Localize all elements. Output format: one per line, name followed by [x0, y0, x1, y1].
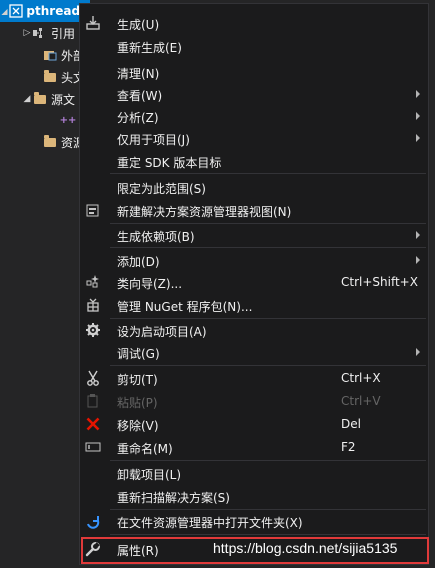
menu-item-shortcut: F2 — [341, 440, 356, 454]
build-icon — [84, 15, 102, 31]
menu-item-clean[interactable]: 清理(N) — [80, 61, 428, 83]
menu-item-build[interactable]: 生成(U) — [80, 12, 428, 34]
project-icon — [9, 3, 23, 19]
menu-item-label: 设为启动项目(A) — [117, 325, 207, 339]
menu-item-debug[interactable]: 调试(G) — [80, 341, 428, 363]
submenu-arrow-icon — [416, 256, 420, 264]
collapse-arrow-icon[interactable]: ▷ — [22, 28, 32, 38]
menu-item-label: 移除(V) — [117, 419, 159, 433]
watermark: https://blog.csdn.net/sijia5135 — [213, 540, 398, 556]
menu-item-analyze[interactable]: 分析(Z) — [80, 105, 428, 127]
menu-item-paste[interactable]: 粘贴(P) Ctrl+V — [80, 390, 428, 412]
menu-item-set-startup[interactable]: 设为启动项目(A) — [80, 319, 428, 341]
menu-item-shortcut: Ctrl+V — [341, 394, 381, 408]
menu-item-shortcut: Ctrl+X — [341, 371, 381, 385]
references-icon — [32, 25, 48, 41]
submenu-arrow-icon — [416, 112, 420, 120]
gear-icon — [84, 322, 102, 338]
menu-item-manage-nuget[interactable]: 管理 NuGet 程序包(N)... — [80, 294, 428, 316]
tree-item-resources[interactable]: 资源 — [0, 131, 90, 153]
new-view-icon — [84, 202, 102, 218]
menu-item-rename[interactable]: 重命名(M) F2 — [80, 436, 428, 458]
expanded-arrow-icon[interactable]: ◢ — [22, 94, 32, 104]
paste-icon — [84, 393, 102, 409]
tree-item-headers[interactable]: 头文 — [0, 66, 90, 88]
menu-separator — [110, 460, 426, 461]
menu-item-label: 调试(G) — [117, 347, 160, 361]
nuget-icon — [84, 297, 102, 313]
menu-separator — [110, 534, 426, 535]
menu-item-remove[interactable]: 移除(V) Del — [80, 413, 428, 435]
menu-item-label: 类向导(Z)... — [117, 277, 183, 291]
tree-item-label: 源文 — [51, 92, 76, 107]
refresh-icon — [84, 513, 102, 529]
submenu-arrow-icon — [416, 231, 420, 239]
folder-icon — [42, 69, 58, 85]
folder-icon — [32, 91, 48, 107]
menu-item-class-wizard[interactable]: 类向导(Z)... Ctrl+Shift+X — [80, 271, 428, 293]
menu-item-cut[interactable]: 剪切(T) Ctrl+X — [80, 367, 428, 389]
menu-item-rescan-solution[interactable]: 重新扫描解决方案(S) — [80, 485, 428, 507]
solution-explorer-tree: ◢ pthreadD ▷ 引用 外部 头文 ◢ 源文 ++ 资源 — [0, 0, 90, 568]
scissors-icon — [84, 370, 102, 386]
menu-item-label: 管理 NuGet 程序包(N)... — [117, 300, 253, 314]
menu-separator — [110, 247, 426, 248]
menu-item-label: 在文件资源管理器中打开文件夹(X) — [117, 516, 303, 530]
menu-item-project-only[interactable]: 仅用于项目(J) — [80, 127, 428, 149]
menu-separator — [110, 173, 426, 174]
menu-item-open-in-explorer[interactable]: 在文件资源管理器中打开文件夹(X) — [80, 510, 428, 532]
expand-icon[interactable]: ◢ — [0, 7, 9, 16]
rename-icon — [84, 439, 102, 455]
menu-item-label: 仅用于项目(J) — [117, 133, 190, 147]
remove-icon — [84, 416, 102, 432]
menu-item-label: 卸载项目(L) — [117, 468, 182, 482]
menu-item-new-explorer-view[interactable]: 新建解决方案资源管理器视图(N) — [80, 199, 428, 221]
cpp-file-icon: ++ — [59, 114, 77, 126]
menu-item-label: 生成依赖项(B) — [117, 230, 195, 244]
menu-item-label: 重新扫描解决方案(S) — [117, 491, 230, 505]
menu-item-label: 粘贴(P) — [117, 396, 158, 410]
menu-item-label: 重定 SDK 版本目标 — [117, 156, 222, 170]
menu-item-view[interactable]: 查看(W) — [80, 83, 428, 105]
menu-item-label: 剪切(T) — [117, 373, 158, 387]
menu-separator — [110, 365, 426, 366]
tree-item-label: 引用 — [51, 26, 76, 41]
menu-item-label: 生成(U) — [117, 18, 160, 32]
menu-item-rebuild[interactable]: 重新生成(E) — [80, 35, 428, 57]
menu-item-shortcut: Del — [341, 417, 361, 431]
menu-item-scope-to-this[interactable]: 限定为此范围(S) — [80, 176, 428, 198]
external-deps-icon — [42, 47, 58, 63]
tree-item-project[interactable]: ◢ pthreadD — [0, 0, 90, 22]
menu-item-shortcut: Ctrl+Shift+X — [341, 275, 418, 289]
menu-item-retarget-sdk[interactable]: 重定 SDK 版本目标 — [80, 150, 428, 172]
menu-item-label: 查看(W) — [117, 89, 163, 103]
menu-item-label: 新建解决方案资源管理器视图(N) — [117, 205, 292, 219]
menu-item-label: 限定为此范围(S) — [117, 182, 206, 196]
context-menu: 生成(U) 重新生成(E) 清理(N) 查看(W) 分析(Z) 仅用于项目(J)… — [79, 3, 429, 565]
submenu-arrow-icon — [416, 348, 420, 356]
submenu-arrow-icon — [416, 134, 420, 142]
menu-item-label: 分析(Z) — [117, 111, 159, 125]
menu-item-label: 重命名(M) — [117, 442, 173, 456]
tree-item-external[interactable]: 外部 — [0, 44, 90, 66]
menu-item-label: 清理(N) — [117, 67, 160, 81]
tree-item-sources[interactable]: ◢ 源文 — [0, 88, 90, 110]
menu-item-add[interactable]: 添加(D) — [80, 249, 428, 271]
tree-item-references[interactable]: ▷ 引用 — [0, 22, 90, 44]
tree-item-cpp-file[interactable]: ++ — [0, 109, 90, 131]
menu-item-build-dependencies[interactable]: 生成依赖项(B) — [80, 224, 428, 246]
menu-item-label: 添加(D) — [117, 255, 160, 269]
submenu-arrow-icon — [416, 90, 420, 98]
class-wizard-icon — [84, 274, 102, 290]
menu-item-label: 重新生成(E) — [117, 41, 182, 55]
menu-item-unload-project[interactable]: 卸载项目(L) — [80, 462, 428, 484]
folder-icon — [42, 134, 58, 150]
